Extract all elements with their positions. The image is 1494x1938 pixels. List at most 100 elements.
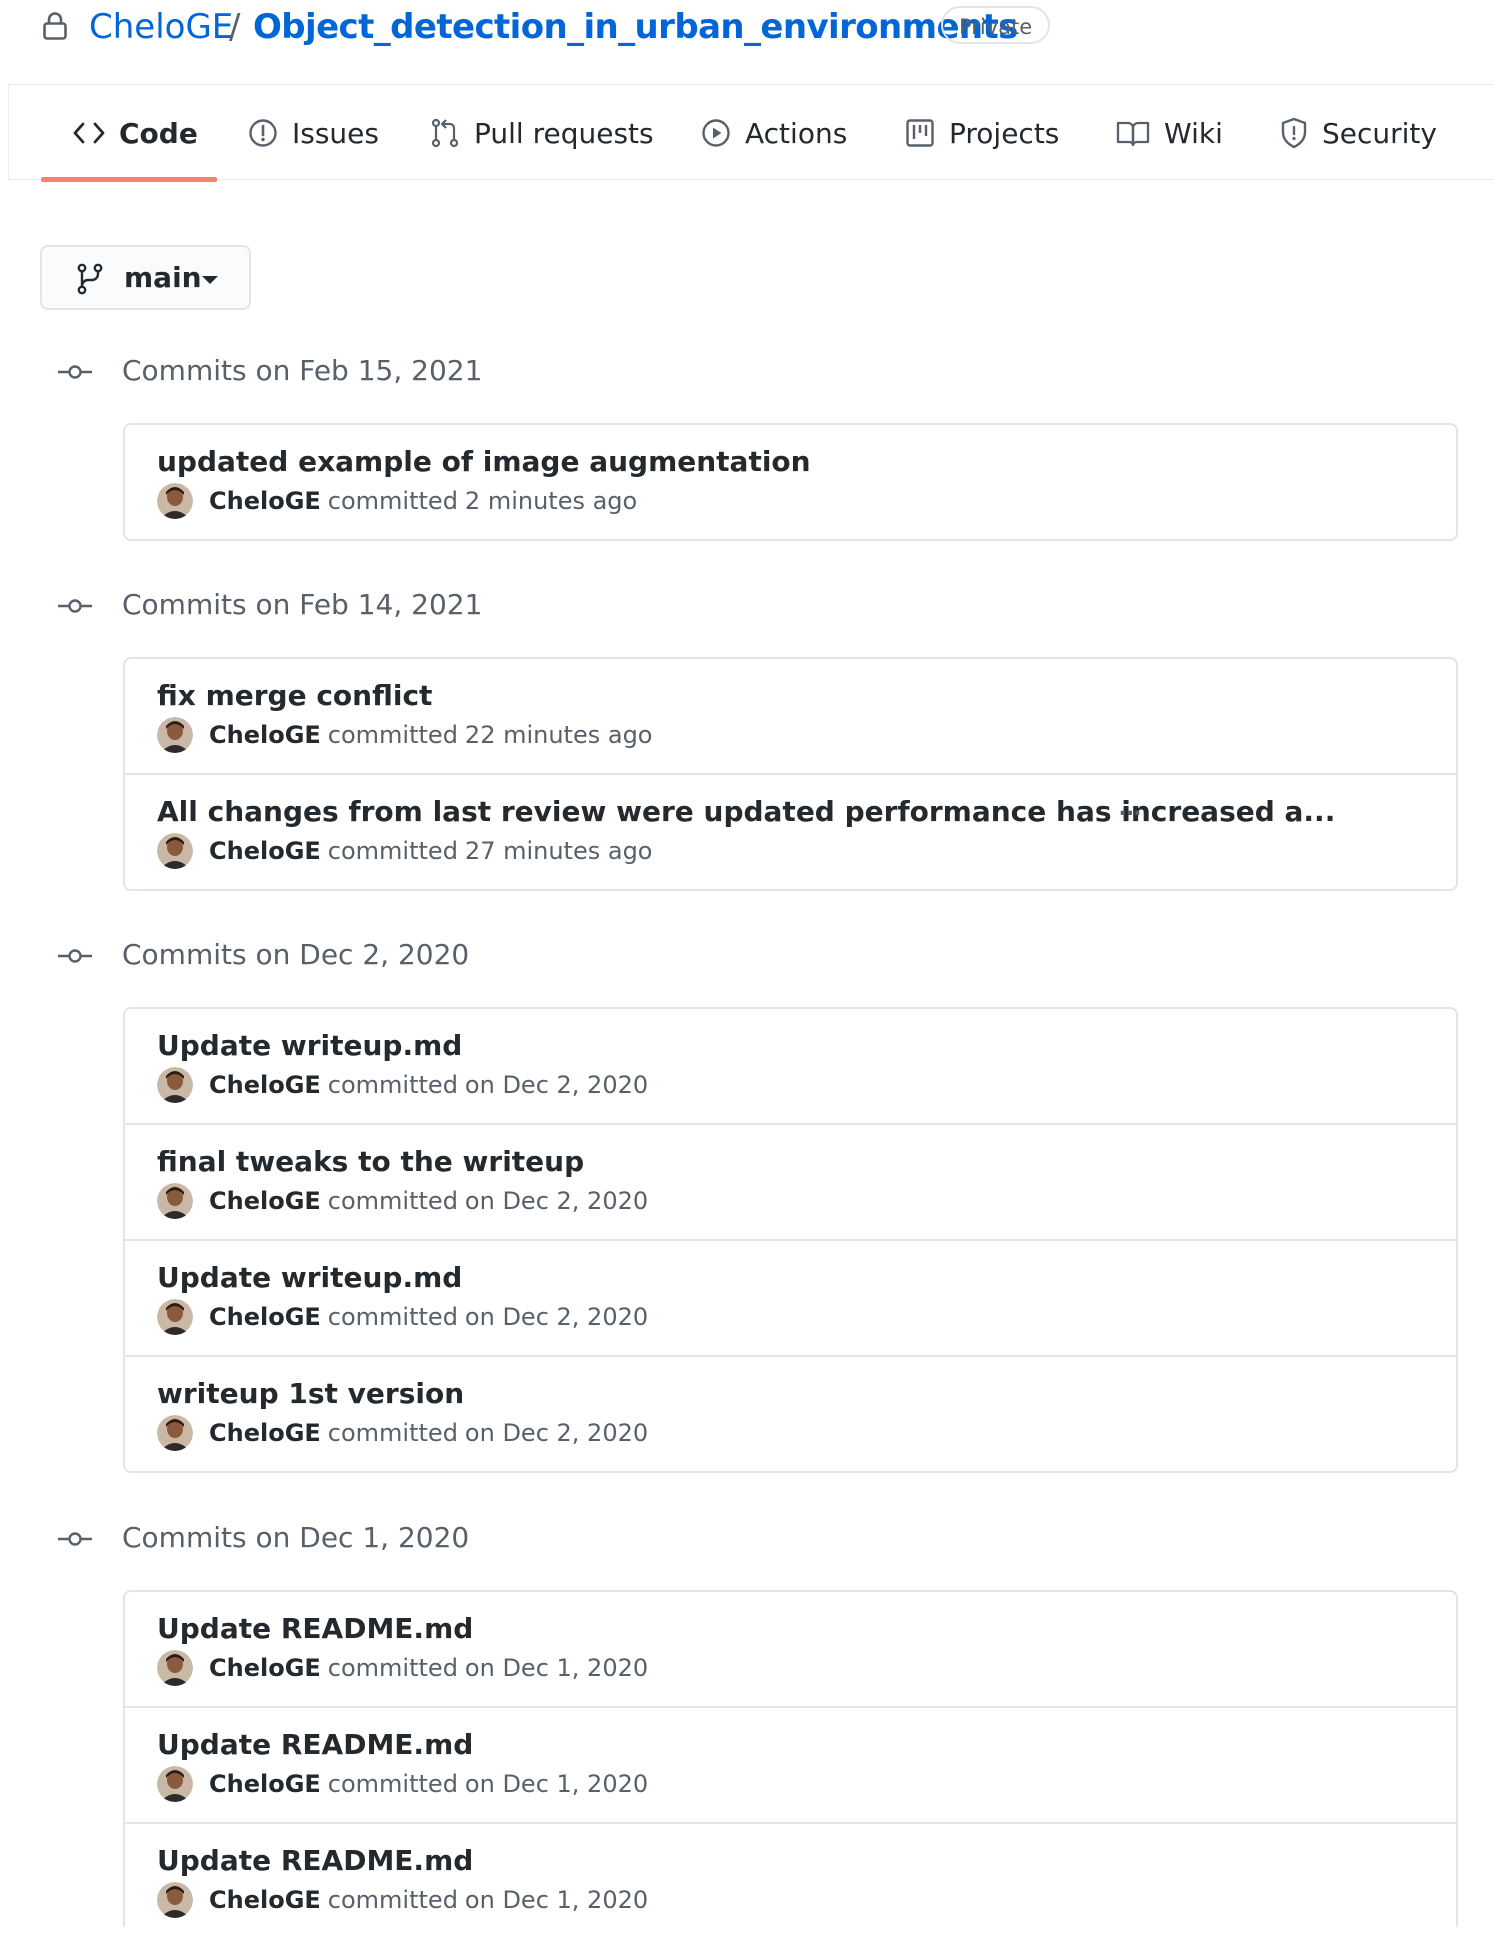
commit-message-link[interactable]: All changes from last review were update… xyxy=(157,793,1335,831)
commit-time: on Dec 1, 2020 xyxy=(464,1654,649,1682)
commit-meta: CheloGE committed on Dec 2, 2020 xyxy=(209,1415,648,1451)
commit-action: committed xyxy=(327,721,458,749)
user-avatar-icon xyxy=(157,1415,193,1451)
pull-request-icon xyxy=(431,118,459,148)
expand-message-button[interactable]: … xyxy=(1119,791,1141,827)
commit-row: Update README.md CheloGE committed on Dec … xyxy=(125,1822,1456,1938)
avatar[interactable] xyxy=(157,1882,193,1918)
avatar[interactable] xyxy=(157,833,193,869)
commit-message-link[interactable]: Update writeup.md xyxy=(157,1027,462,1065)
tab-label: Projects xyxy=(949,116,1060,150)
commit-author-link[interactable]: CheloGE xyxy=(209,721,321,749)
commit-time: on Dec 2, 2020 xyxy=(464,1071,649,1099)
commit-message-link[interactable]: writeup 1st version xyxy=(157,1375,464,1413)
commit-message-link[interactable]: fix merge conflict xyxy=(157,677,432,715)
avatar[interactable] xyxy=(157,1650,193,1686)
commit-action: committed xyxy=(327,1770,458,1798)
commit-message-link[interactable]: updated example of image augmentation xyxy=(157,443,811,481)
issue-icon xyxy=(249,119,277,147)
tab-label: Pull requests xyxy=(474,116,654,150)
tab-label: Actions xyxy=(745,116,848,150)
commit-row: All changes from last review were update… xyxy=(125,773,1456,889)
commit-author-link[interactable]: CheloGE xyxy=(209,1770,321,1798)
commit-icon xyxy=(58,1532,92,1546)
repo-tab-nav: Code Issues Pull requests Actions Projec… xyxy=(8,84,1494,182)
avatar[interactable] xyxy=(157,1766,193,1802)
project-icon xyxy=(906,119,934,147)
commit-author-link[interactable]: CheloGE xyxy=(209,837,321,865)
commit-action: committed xyxy=(327,837,458,865)
user-avatar-icon xyxy=(157,1650,193,1686)
repo-owner-link[interactable]: CheloGE xyxy=(89,4,233,50)
repo-header: CheloGE / Object_detection_in_urban_envi… xyxy=(0,0,1494,58)
user-avatar-icon xyxy=(157,1067,193,1103)
commit-meta: CheloGE committed on Dec 1, 2020 xyxy=(209,1882,648,1918)
commit-time: 2 minutes ago xyxy=(464,487,638,515)
avatar[interactable] xyxy=(157,483,193,519)
tab-label: Wiki xyxy=(1164,116,1223,150)
commit-list: Update writeup.md CheloGE committed on Dec… xyxy=(123,1007,1458,1473)
commit-row: Update writeup.md CheloGE committed on Dec… xyxy=(125,1239,1456,1355)
selected-tab-indicator xyxy=(41,177,217,182)
commit-icon xyxy=(58,365,92,379)
tab-label: Code xyxy=(119,116,198,150)
commit-message-link[interactable]: Update README.md xyxy=(157,1842,473,1880)
commit-message-link[interactable]: Update writeup.md xyxy=(157,1259,462,1297)
avatar[interactable] xyxy=(157,1415,193,1451)
lock-icon xyxy=(43,12,67,40)
commit-author-link[interactable]: CheloGE xyxy=(209,1187,321,1215)
tab-security[interactable]: Security xyxy=(1280,85,1437,181)
git-branch-icon xyxy=(77,263,103,295)
commit-author-link[interactable]: CheloGE xyxy=(209,1886,321,1914)
tab-label: Security xyxy=(1322,116,1437,150)
commit-group-title: Commits on Feb 14, 2021 xyxy=(122,588,483,621)
tab-wiki[interactable]: Wiki xyxy=(1116,85,1223,181)
commit-message-link[interactable]: final tweaks to the writeup xyxy=(157,1143,584,1181)
commit-author-link[interactable]: CheloGE xyxy=(209,487,321,515)
user-avatar-icon xyxy=(157,1882,193,1918)
commit-icon xyxy=(58,949,92,963)
commit-author-link[interactable]: CheloGE xyxy=(209,1071,321,1099)
commit-list: updated example of image augmentation Ch… xyxy=(123,423,1458,541)
commit-meta: CheloGE committed on Dec 1, 2020 xyxy=(209,1650,648,1686)
commit-author-link[interactable]: CheloGE xyxy=(209,1303,321,1331)
commit-row: fix merge conflict CheloGE committed 22 mi… xyxy=(125,659,1456,773)
commit-message-link[interactable]: Update README.md xyxy=(157,1610,473,1648)
book-icon xyxy=(1116,121,1150,147)
code-icon xyxy=(73,122,105,144)
avatar[interactable] xyxy=(157,717,193,753)
commit-action: committed xyxy=(327,1886,458,1914)
repo-name-link[interactable]: Object_detection_in_urban_environments xyxy=(253,4,1018,50)
commit-meta: CheloGE committed on Dec 1, 2020 xyxy=(209,1766,648,1802)
commit-action: committed xyxy=(327,1187,458,1215)
commit-list: Update README.md CheloGE committed on Dec … xyxy=(123,1590,1458,1927)
commit-row: Update writeup.md CheloGE committed on Dec… xyxy=(125,1009,1456,1123)
commit-message-link[interactable]: Update README.md xyxy=(157,1726,473,1764)
branch-select-button[interactable]: main xyxy=(40,245,251,310)
commit-time: on Dec 1, 2020 xyxy=(464,1770,649,1798)
path-separator: / xyxy=(229,7,241,47)
tab-issues[interactable]: Issues xyxy=(248,85,379,181)
chevron-down-icon xyxy=(202,276,218,284)
avatar[interactable] xyxy=(157,1067,193,1103)
commit-meta: CheloGE committed 22 minutes ago xyxy=(209,717,653,753)
commit-meta: CheloGE committed 27 minutes ago xyxy=(209,833,653,869)
commit-action: committed xyxy=(327,1654,458,1682)
avatar[interactable] xyxy=(157,1183,193,1219)
tab-actions[interactable]: Actions xyxy=(701,85,847,181)
commit-group-title: Commits on Feb 15, 2021 xyxy=(122,354,483,387)
tab-pull-requests[interactable]: Pull requests xyxy=(430,85,654,181)
visibility-badge: Private xyxy=(941,6,1051,44)
commit-list: fix merge conflict CheloGE committed 22 mi… xyxy=(123,657,1458,891)
commit-time: on Dec 2, 2020 xyxy=(464,1187,649,1215)
commit-row: updated example of image augmentation Ch… xyxy=(125,425,1456,539)
commit-author-link[interactable]: CheloGE xyxy=(209,1654,321,1682)
avatar[interactable] xyxy=(157,1299,193,1335)
user-avatar-icon xyxy=(157,1299,193,1335)
shield-icon xyxy=(1281,117,1307,149)
tab-code[interactable]: Code xyxy=(73,85,198,181)
tab-projects[interactable]: Projects xyxy=(905,85,1059,181)
commit-author-link[interactable]: CheloGE xyxy=(209,1419,321,1447)
commit-time: on Dec 2, 2020 xyxy=(464,1303,649,1331)
commit-meta: CheloGE committed on Dec 2, 2020 xyxy=(209,1067,648,1103)
